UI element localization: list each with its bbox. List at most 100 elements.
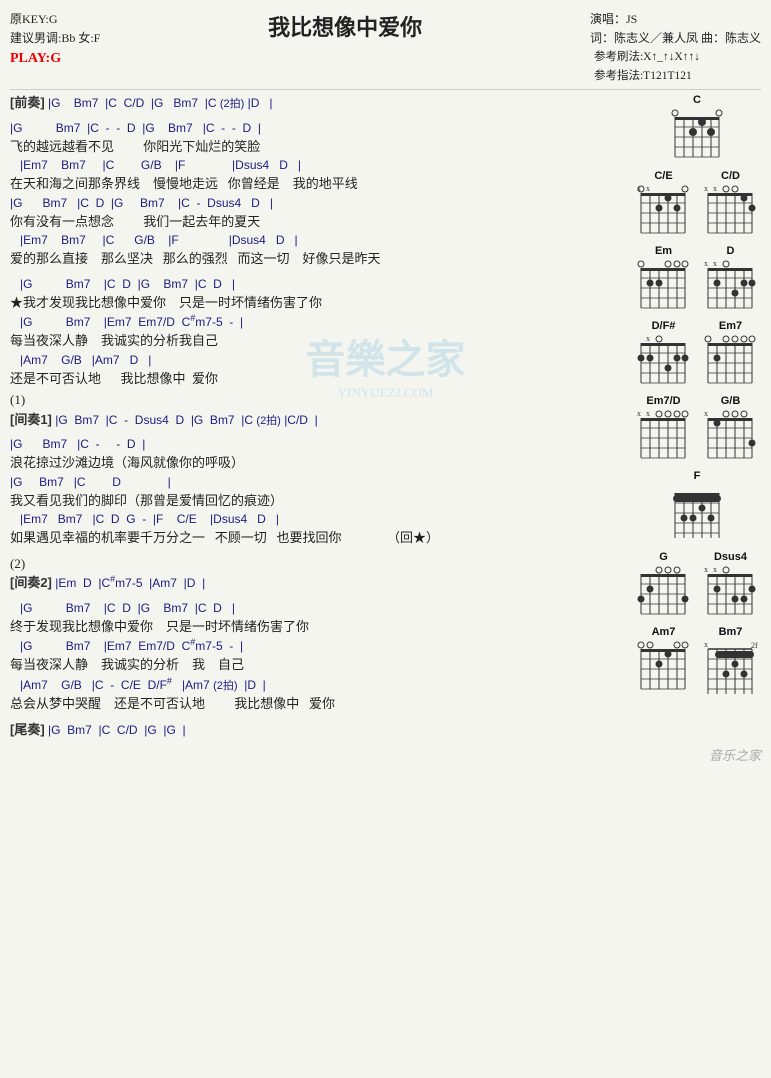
chord-F-name: F (670, 470, 725, 482)
chord-CE-name: C/E (636, 170, 691, 182)
chord-Dsus4: Dsus4 x x (703, 551, 758, 619)
chord-Bm7: Bm7 2fr x (703, 626, 758, 699)
section-chorus1: |G Bm7 |C D |G Bm7 |C D | ★我才发现我比想像中爱你 只… (10, 275, 629, 389)
chord-G-diagram (636, 564, 691, 619)
chord-Em7: Em7 (703, 320, 758, 388)
play-key: PLAY:G (10, 48, 100, 70)
chord-GB-name: G/B (703, 395, 758, 407)
chorus1b-lyrics: 每当夜深人静 我诚实的分析我自己 (10, 331, 629, 351)
svg-text:x: x (646, 334, 650, 343)
interlude2-chords: [间奏2] |Em D |C#m7-5 |Am7 |D | (10, 573, 629, 593)
chorus1b-chords: |G Bm7 |Em7 Em7/D C#m7-5 - | (10, 312, 629, 331)
v3l1-lyrics: 终于发现我比想像中爱你 只是一时坏情绪伤害了你 (10, 617, 629, 637)
svg-text:x: x (637, 409, 641, 418)
header-right: 演唱：JS 词：陈志义／兼人凤 曲：陈志义 参考刷法:X↑_↑↓X↑↑↓ 参考指… (590, 10, 761, 85)
v2l1-lyrics: 浪花掠过沙滩边境（海风就像你的呼吸） (10, 453, 629, 473)
chord-Em7D-diagram: x x (636, 408, 691, 463)
chord-CD-diagram: x x (703, 183, 758, 238)
v3l3-lyrics: 总会从梦中哭醒 还是不可否认地 我比想像中 爱你 (10, 694, 629, 714)
v2l2-lyrics: 我又看见我们的脚印（那曾是爱情回忆的痕迹） (10, 491, 629, 511)
v3l2-chords: |G Bm7 |Em7 Em7/D C#m7-5 - | (10, 636, 629, 655)
chord-Dsus4-diagram: x x (703, 564, 758, 619)
chord-C-row: C (668, 93, 727, 163)
interlude1-label: [间奏1] (10, 412, 52, 427)
v3l2-lyrics: 每当夜深人静 我诚实的分析 我 自己 (10, 655, 629, 675)
chord-Em7D: Em7/D x x (636, 395, 691, 463)
lyricist: 词：陈志义／兼人凤 曲：陈志义 (590, 29, 761, 48)
svg-text:x: x (646, 184, 650, 193)
chord-Am7-diagram (636, 639, 691, 694)
outro-label: [尾奏] (10, 722, 45, 737)
suggest-key: 建议男调:Bb 女:F (10, 29, 100, 48)
original-key: 原KEY:G (10, 10, 100, 29)
svg-text:x: x (704, 565, 708, 574)
svg-text:x: x (704, 184, 708, 193)
v1l2-lyrics: 在天和海之间那条界线 慢慢地走远 你曾经是 我的地平线 (10, 174, 629, 194)
chorus1c-chords: |Am7 G/B |Am7 D | (10, 351, 629, 369)
chord-Bm7-name: Bm7 (703, 626, 758, 638)
header-left: 原KEY:G 建议男调:Bb 女:F PLAY:G (10, 10, 100, 85)
footer-logo: 音乐之家 (10, 745, 761, 765)
section-interlude1: [间奏1] |G Bm7 |C - Dsus4 D |G Bm7 |C (2拍)… (10, 410, 629, 430)
chord-D-name: D (703, 245, 758, 257)
outro-chords: [尾奏] |G Bm7 |C C/D |G |G | (10, 720, 629, 740)
chord-DFs-diagram: x (636, 333, 691, 388)
chord-Em7D-GB-row: Em7/D x x (634, 394, 760, 464)
chord-G-name: G (636, 551, 691, 563)
chord-Dsus4-name: Dsus4 (703, 551, 758, 563)
interlude2-label: [间奏2] (10, 575, 52, 590)
section-intro: [前奏] |G Bm7 |C C/D |G Bm7 |C (2拍) |D | (10, 93, 629, 113)
lyrics-area: [前奏] |G Bm7 |C C/D |G Bm7 |C (2拍) |D | |… (10, 93, 629, 741)
chord-DFs: D/F# x (636, 320, 691, 388)
chord-diagrams-panel: C (629, 93, 761, 741)
v1l1-lyrics: 飞的越远越看不见 你阳光下灿烂的笑脸 (10, 137, 629, 157)
v3l3-chords: |Am7 G/B |C - C/E D/F# |Am7 (2拍) |D | (10, 675, 629, 695)
svg-text:x: x (646, 409, 650, 418)
song-title: 我比想像中爱你 (100, 10, 590, 85)
section-outro: [尾奏] |G Bm7 |C C/D |G |G | (10, 720, 629, 740)
chord-Em-D-row: Em (634, 244, 760, 314)
chord-Bm7-diagram: 2fr x (703, 639, 758, 699)
v2l3-chords: |Em7 Bm7 |C D G - |F C/E |Dsus4 D | (10, 510, 629, 528)
chord-F: F (670, 470, 725, 543)
mark1: (1) (10, 390, 629, 410)
chord-D: D x x (703, 245, 758, 313)
chorus1c-lyrics: 还是不可否认地 我比想像中 爱你 (10, 369, 629, 389)
v1l4-chords: |Em7 Bm7 |C G/B |F |Dsus4 D | (10, 231, 629, 249)
chord-G: G (636, 551, 691, 619)
main-content: [前奏] |G Bm7 |C C/D |G Bm7 |C (2拍) |D | |… (10, 93, 761, 741)
chord-GB: G/B x (703, 395, 758, 463)
v1l3-chords: |G Bm7 |C D |G Bm7 |C - Dsus4 D | (10, 194, 629, 212)
chord-Em7D-name: Em7/D (636, 395, 691, 407)
section-v3: |G Bm7 |C D |G Bm7 |C D | 终于发现我比想像中爱你 只是… (10, 599, 629, 714)
page: 原KEY:G 建议男调:Bb 女:F PLAY:G 我比想像中爱你 演唱：JS … (0, 0, 771, 775)
header: 原KEY:G 建议男调:Bb 女:F PLAY:G 我比想像中爱你 演唱：JS … (10, 10, 761, 85)
chord-Em7-name: Em7 (703, 320, 758, 332)
v1l4-lyrics: 爱的那么直接 那么坚决 那么的强烈 而这一切 好像只是昨天 (10, 249, 629, 269)
footer-text: 音乐之家 (709, 748, 761, 763)
intro-chords: [前奏] |G Bm7 |C C/D |G Bm7 |C (2拍) |D | (10, 93, 629, 113)
intro-label: [前奏] (10, 95, 45, 110)
chord-C-name: C (670, 94, 725, 106)
chord-DFs-name: D/F# (636, 320, 691, 332)
singer: 演唱：JS (590, 10, 761, 29)
v1l3-lyrics: 你有没有一点想念 我们一起去年的夏天 (10, 212, 629, 232)
chord-CE-diagram: x x (636, 183, 691, 238)
chord-CD-name: C/D (703, 170, 758, 182)
svg-text:x: x (704, 259, 708, 268)
chord-CD: C/D x x (703, 170, 758, 238)
v1l1-chords: |G Bm7 |C - - D |G Bm7 |C - - D | (10, 119, 629, 137)
chorus1-lyrics: ★我才发现我比想像中爱你 只是一时坏情绪伤害了你 (10, 293, 629, 313)
svg-text:x: x (713, 259, 717, 268)
chord-Em-diagram (636, 258, 691, 313)
v1l2-chords: |Em7 Bm7 |C G/B |F |Dsus4 D | (10, 156, 629, 174)
chord-GB-diagram: x (703, 408, 758, 463)
section-v1: |G Bm7 |C - - D |G Bm7 |C - - D | 飞的越远越看… (10, 119, 629, 269)
chord-CE-CD-row: C/E x x (634, 169, 760, 239)
v2l3-lyrics: 如果遇见幸福的机率要千万分之一 不顾一切 也要找回你 （回★） (10, 528, 629, 548)
chord-Am7-Bm7-row: Am7 (634, 625, 760, 700)
svg-text:x: x (713, 184, 717, 193)
chord-G-Dsus4-row: G (634, 550, 760, 620)
strum: 参考刷法:X↑_↑↓X↑↑↓ (594, 48, 761, 66)
chord-Am7: Am7 (636, 626, 691, 699)
